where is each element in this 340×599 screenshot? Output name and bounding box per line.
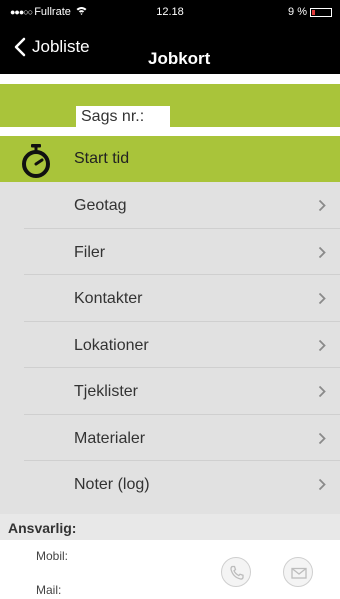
job-menu-list: Geotag Filer Kontakter Lokationer Tjekli… [0, 182, 340, 514]
menu-item-geotag[interactable]: Geotag [24, 182, 340, 229]
menu-item-filer[interactable]: Filer [24, 229, 340, 275]
menu-item-kontakter[interactable]: Kontakter [24, 275, 340, 322]
chevron-left-icon [14, 37, 26, 57]
navigation-bar: Jobliste Jobkort [0, 26, 340, 74]
menu-item-label: Lokationer [74, 336, 149, 354]
mobile-label: Mobil: [36, 549, 69, 563]
menu-item-label: Tjeklister [74, 383, 139, 400]
menu-item-label: Materialer [74, 429, 146, 447]
battery-status: 9 % [288, 6, 332, 18]
back-button-label: Jobliste [32, 37, 90, 56]
email-button[interactable] [283, 557, 313, 587]
page-title: Jobkort [148, 49, 211, 68]
case-number-header [0, 84, 340, 127]
menu-item-lokationer[interactable]: Lokationer [24, 322, 340, 368]
menu-item-tjeklister[interactable]: Tjeklister [24, 368, 340, 415]
chevron-right-icon [318, 292, 326, 305]
responsible-label: Ansvarlig: [8, 520, 77, 536]
menu-item-noter[interactable]: Noter (log) [24, 461, 340, 508]
menu-item-label: Kontakter [74, 290, 143, 307]
stopwatch-icon [22, 144, 50, 178]
responsible-section-header: Ansvarlig: [0, 514, 340, 540]
chevron-right-icon [318, 385, 326, 398]
chevron-right-icon [318, 339, 326, 351]
envelope-icon [291, 567, 307, 579]
start-time-label: Start tid [74, 150, 130, 167]
chevron-right-icon [318, 478, 326, 491]
phone-icon [230, 565, 244, 580]
chevron-right-icon [318, 199, 326, 212]
start-time-button[interactable]: Start tid [0, 136, 340, 182]
menu-item-label: Geotag [74, 197, 127, 214]
menu-item-label: Filer [74, 243, 106, 261]
chevron-right-icon [318, 246, 326, 258]
call-button[interactable] [221, 557, 251, 587]
mail-label: Mail: [36, 583, 62, 597]
menu-item-materialer[interactable]: Materialer [24, 415, 340, 461]
status-bar: ●●●○○ Fullrate 12.18 9 % [0, 0, 340, 26]
chevron-right-icon [318, 432, 326, 444]
battery-percent: 9 % [288, 6, 307, 18]
case-number-label: Sags nr.: [81, 108, 145, 125]
battery-icon [310, 7, 332, 17]
menu-item-label: Noter (log) [74, 476, 150, 493]
back-button[interactable]: Jobliste [14, 37, 90, 57]
case-number-field: Sags nr.: [76, 106, 170, 127]
